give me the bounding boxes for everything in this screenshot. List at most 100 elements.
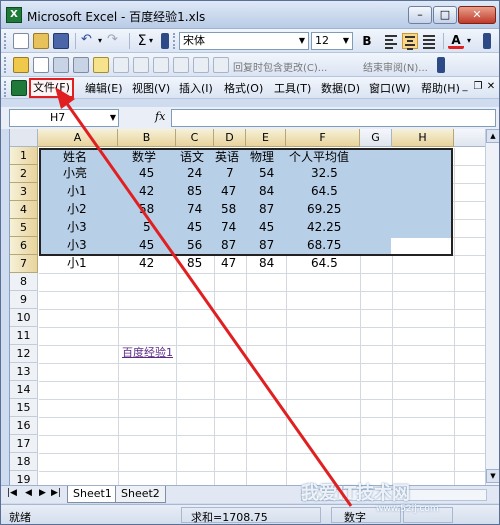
- last-sheet-icon[interactable]: ▶|: [51, 488, 61, 498]
- column-header-extra[interactable]: [454, 129, 485, 147]
- workbook-close-icon[interactable]: ✕: [485, 80, 497, 94]
- column-header-b[interactable]: B: [118, 129, 176, 147]
- cell-a5[interactable]: 小3: [67, 218, 87, 236]
- row-header[interactable]: 15: [10, 399, 38, 417]
- next-comment-icon[interactable]: [73, 57, 89, 73]
- row-header[interactable]: 18: [10, 453, 38, 471]
- cell-f3[interactable]: 64.5: [311, 182, 338, 200]
- minimize-button[interactable]: –: [408, 6, 432, 24]
- font-color-icon[interactable]: A: [448, 33, 464, 49]
- column-header-c[interactable]: C: [176, 129, 214, 147]
- cell-b5[interactable]: 5: [143, 218, 151, 236]
- column-header-g[interactable]: G: [360, 129, 392, 147]
- cell-c5[interactable]: 45: [187, 218, 202, 236]
- scroll-up-icon[interactable]: ▲: [486, 129, 499, 143]
- column-header-e[interactable]: E: [246, 129, 286, 147]
- reply-changes-icon[interactable]: [213, 57, 229, 73]
- cell-area[interactable]: 姓名 数学 语文 英语 物理 个人平均值 小亮 45 24 7 54 32.5 …: [39, 148, 485, 485]
- row-header[interactable]: 1: [10, 147, 38, 165]
- cell-b2[interactable]: 45: [139, 164, 154, 182]
- row-header[interactable]: 5: [10, 219, 38, 237]
- toolbar-grip[interactable]: [4, 57, 8, 73]
- row-header[interactable]: 4: [10, 201, 38, 219]
- reply-with-changes-button[interactable]: 回复时包含更改(C)...: [233, 59, 327, 74]
- row-header[interactable]: 16: [10, 417, 38, 435]
- menu-data[interactable]: 数据(D): [321, 80, 360, 97]
- cell-e3[interactable]: 84: [259, 182, 274, 200]
- row-header[interactable]: 2: [10, 165, 38, 183]
- vertical-scrollbar[interactable]: ▲ ▼: [485, 129, 499, 485]
- active-cell-h7[interactable]: [391, 238, 451, 254]
- toolbar-grip[interactable]: [4, 33, 8, 49]
- cell-f7[interactable]: 64.5: [311, 254, 338, 272]
- cell-c4[interactable]: 74: [187, 200, 202, 218]
- close-button[interactable]: ✕: [458, 6, 496, 24]
- formula-input[interactable]: [171, 109, 496, 127]
- next-sheet-icon[interactable]: ▶: [39, 488, 46, 498]
- delete-comment-icon[interactable]: [133, 57, 149, 73]
- insert-function-icon[interactable]: fx: [155, 110, 165, 123]
- menu-grip[interactable]: [4, 81, 8, 97]
- name-box[interactable]: H7 ▼: [9, 109, 119, 127]
- row-header[interactable]: 19: [10, 471, 38, 485]
- sheet-tab-sheet2[interactable]: Sheet2: [115, 486, 166, 503]
- row-header[interactable]: 12: [10, 345, 38, 363]
- row-header[interactable]: 6: [10, 237, 38, 255]
- cell-e2[interactable]: 54: [259, 164, 274, 182]
- cell-d5[interactable]: 74: [221, 218, 236, 236]
- cell-a3[interactable]: 小1: [67, 182, 87, 200]
- column-header-a[interactable]: A: [38, 129, 118, 147]
- align-left-icon[interactable]: [383, 33, 399, 49]
- row-header[interactable]: 13: [10, 363, 38, 381]
- name-box-dropdown-icon[interactable]: ▼: [110, 110, 116, 126]
- column-header-d[interactable]: D: [214, 129, 246, 147]
- select-all-corner[interactable]: [10, 129, 38, 147]
- cell-d2[interactable]: 7: [226, 164, 234, 182]
- font-color-dropdown-icon[interactable]: ▾: [467, 33, 483, 49]
- end-review-button[interactable]: 结束审阅(N)...: [363, 59, 428, 74]
- cell-d6[interactable]: 87: [221, 236, 236, 254]
- new-comment-icon[interactable]: [33, 57, 49, 73]
- maximize-button[interactable]: □: [433, 6, 457, 24]
- row-header[interactable]: 17: [10, 435, 38, 453]
- row-header[interactable]: 10: [10, 309, 38, 327]
- track-changes-icon[interactable]: [173, 57, 189, 73]
- undo-icon[interactable]: ↶: [81, 33, 97, 49]
- cell-d7[interactable]: 47: [221, 254, 236, 272]
- cell-c3[interactable]: 85: [187, 182, 202, 200]
- menu-window[interactable]: 窗口(W): [369, 80, 410, 97]
- workbook-minimize-icon[interactable]: _: [459, 80, 471, 94]
- merge-center-icon[interactable]: [421, 33, 437, 49]
- column-header-f[interactable]: F: [286, 129, 360, 147]
- cell-b7[interactable]: 42: [139, 254, 154, 272]
- menu-tools[interactable]: 工具(T): [274, 80, 311, 97]
- ink-annotation-icon[interactable]: [153, 57, 169, 73]
- toolbar-options-icon[interactable]: [483, 33, 491, 49]
- font-name-select[interactable]: 宋体 ▼: [179, 32, 309, 50]
- cell-e7[interactable]: 84: [259, 254, 274, 272]
- menu-format[interactable]: 格式(O): [224, 80, 263, 97]
- workbook-restore-icon[interactable]: ❐: [472, 80, 484, 94]
- row-header[interactable]: 3: [10, 183, 38, 201]
- cell-b6[interactable]: 45: [139, 236, 154, 254]
- mail-recipient-icon[interactable]: [13, 57, 29, 73]
- show-all-comments-icon[interactable]: [113, 57, 129, 73]
- cell-b4[interactable]: 58: [139, 200, 154, 218]
- autosum-icon[interactable]: Σ: [134, 33, 150, 49]
- menu-insert[interactable]: 插入(I): [179, 80, 213, 97]
- cell-d3[interactable]: 47: [221, 182, 236, 200]
- hyperlink-cell-b12[interactable]: 百度经验1: [122, 344, 173, 360]
- open-folder-icon[interactable]: [33, 33, 49, 49]
- save-icon[interactable]: [53, 33, 69, 49]
- scroll-down-icon[interactable]: ▼: [486, 469, 499, 483]
- cell-f2[interactable]: 32.5: [311, 164, 338, 182]
- cell-f4[interactable]: 69.25: [307, 200, 341, 218]
- reviewing-pane-icon[interactable]: [193, 57, 209, 73]
- row-header[interactable]: 9: [10, 291, 38, 309]
- row-header[interactable]: 8: [10, 273, 38, 291]
- menu-edit[interactable]: 编辑(E): [85, 80, 123, 97]
- menu-file[interactable]: 文件(F): [29, 78, 74, 98]
- cell-c6[interactable]: 56: [187, 236, 202, 254]
- cell-a4[interactable]: 小2: [67, 200, 87, 218]
- font-size-dropdown-icon[interactable]: ▼: [340, 33, 352, 49]
